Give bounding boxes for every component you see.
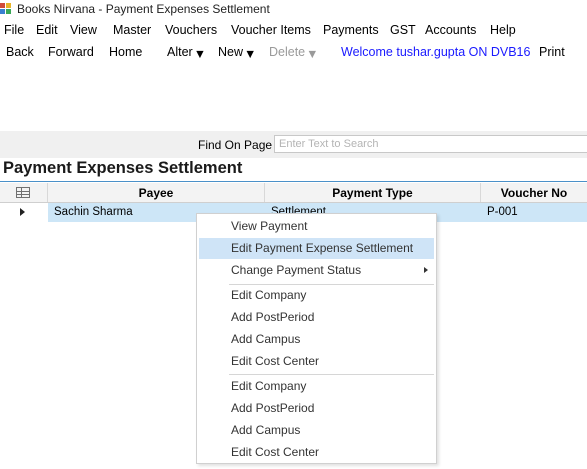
- menu-file[interactable]: File: [4, 23, 24, 37]
- menu-accounts[interactable]: Accounts: [425, 23, 476, 37]
- menu-bar: File Edit View Master Vouchers Voucher I…: [0, 21, 587, 41]
- grid-header: Payee Payment Type Voucher No: [0, 183, 587, 203]
- menu-separator: [229, 374, 434, 375]
- alter-caret-icon: ▼: [193, 47, 207, 61]
- column-chooser-button[interactable]: [0, 183, 48, 202]
- title-divider: [0, 181, 587, 182]
- menu-help[interactable]: Help: [490, 23, 516, 37]
- menu-item-edit-cost-center[interactable]: Edit Cost Center: [199, 351, 434, 372]
- menu-item-edit-company[interactable]: Edit Company: [199, 376, 434, 397]
- menu-view[interactable]: View: [70, 23, 97, 37]
- menu-gst[interactable]: GST: [390, 23, 416, 37]
- menu-item-edit-company[interactable]: Edit Company: [199, 285, 434, 306]
- menu-item-label: Edit Company: [231, 288, 307, 302]
- find-input[interactable]: [274, 135, 587, 153]
- back-button[interactable]: Back: [6, 45, 34, 59]
- menu-item-edit-payment-expense-settlement[interactable]: Edit Payment Expense Settlement: [199, 238, 434, 259]
- row-selector[interactable]: [0, 203, 48, 222]
- new-dropdown[interactable]: New ▼: [218, 45, 256, 61]
- print-button[interactable]: Print: [539, 45, 565, 59]
- menu-payments[interactable]: Payments: [323, 23, 379, 37]
- page-title: Payment Expenses Settlement: [3, 159, 243, 177]
- context-menu: View Payment Edit Payment Expense Settle…: [196, 213, 437, 464]
- menu-item-label: Change Payment Status: [231, 263, 362, 277]
- menu-item-label: Add Campus: [231, 423, 301, 437]
- menu-item-edit-cost-center[interactable]: Edit Cost Center: [199, 442, 434, 463]
- find-label: Find On Page: [198, 138, 273, 152]
- toolbar: Back Forward Home Alter ▼ New ▼ Delete ▼ We…: [0, 43, 587, 63]
- menu-item-add-postperiod[interactable]: Add PostPeriod: [199, 398, 434, 419]
- menu-master[interactable]: Master: [113, 23, 151, 37]
- menu-voucher-items[interactable]: Voucher Items: [231, 23, 311, 37]
- row-pointer-icon: [20, 208, 25, 216]
- menu-edit[interactable]: Edit: [36, 23, 58, 37]
- column-header-voucher-no[interactable]: Voucher No: [481, 183, 587, 202]
- column-header-payment-type[interactable]: Payment Type: [265, 183, 481, 202]
- alter-label: Alter: [167, 45, 193, 59]
- menu-item-label: View Payment: [231, 219, 308, 233]
- menu-item-add-postperiod[interactable]: Add PostPeriod: [199, 307, 434, 328]
- delete-caret-icon: ▼: [306, 47, 319, 61]
- menu-item-add-campus[interactable]: Add Campus: [199, 420, 434, 441]
- window-title: Books Nirvana - Payment Expenses Settlem…: [17, 2, 270, 16]
- menu-item-view-payment[interactable]: View Payment: [199, 216, 434, 237]
- submenu-arrow-icon: [424, 267, 428, 273]
- welcome-text: Welcome tushar.gupta ON DVB16: [341, 45, 531, 59]
- cell-voucher-no[interactable]: P-001: [481, 203, 587, 222]
- column-header-payee[interactable]: Payee: [48, 183, 265, 202]
- menu-item-label: Add PostPeriod: [231, 310, 315, 324]
- new-caret-icon: ▼: [244, 47, 257, 61]
- menu-item-label: Edit Cost Center: [231, 445, 320, 459]
- menu-item-label: Add PostPeriod: [231, 401, 315, 415]
- menu-item-label: Edit Cost Center: [231, 354, 320, 368]
- alter-dropdown[interactable]: Alter ▼: [167, 45, 206, 61]
- menu-item-label: Edit Payment Expense Settlement: [231, 241, 414, 255]
- menu-item-add-campus[interactable]: Add Campus: [199, 329, 434, 350]
- books-nirvana-logo-icon: [0, 3, 11, 14]
- find-bar: Find On Page: [0, 131, 587, 158]
- menu-item-change-payment-status[interactable]: Change Payment Status: [199, 260, 434, 281]
- new-label: New: [218, 45, 244, 59]
- home-button[interactable]: Home: [109, 45, 142, 59]
- forward-button[interactable]: Forward: [48, 45, 94, 59]
- menu-item-label: Edit Company: [231, 379, 307, 393]
- menu-vouchers[interactable]: Vouchers: [165, 23, 217, 37]
- delete-dropdown[interactable]: Delete ▼: [269, 45, 319, 61]
- delete-label: Delete: [269, 45, 306, 59]
- title-bar: Books Nirvana - Payment Expenses Settlem…: [0, 0, 587, 20]
- menu-item-label: Add Campus: [231, 332, 301, 346]
- grid-icon: [16, 187, 30, 198]
